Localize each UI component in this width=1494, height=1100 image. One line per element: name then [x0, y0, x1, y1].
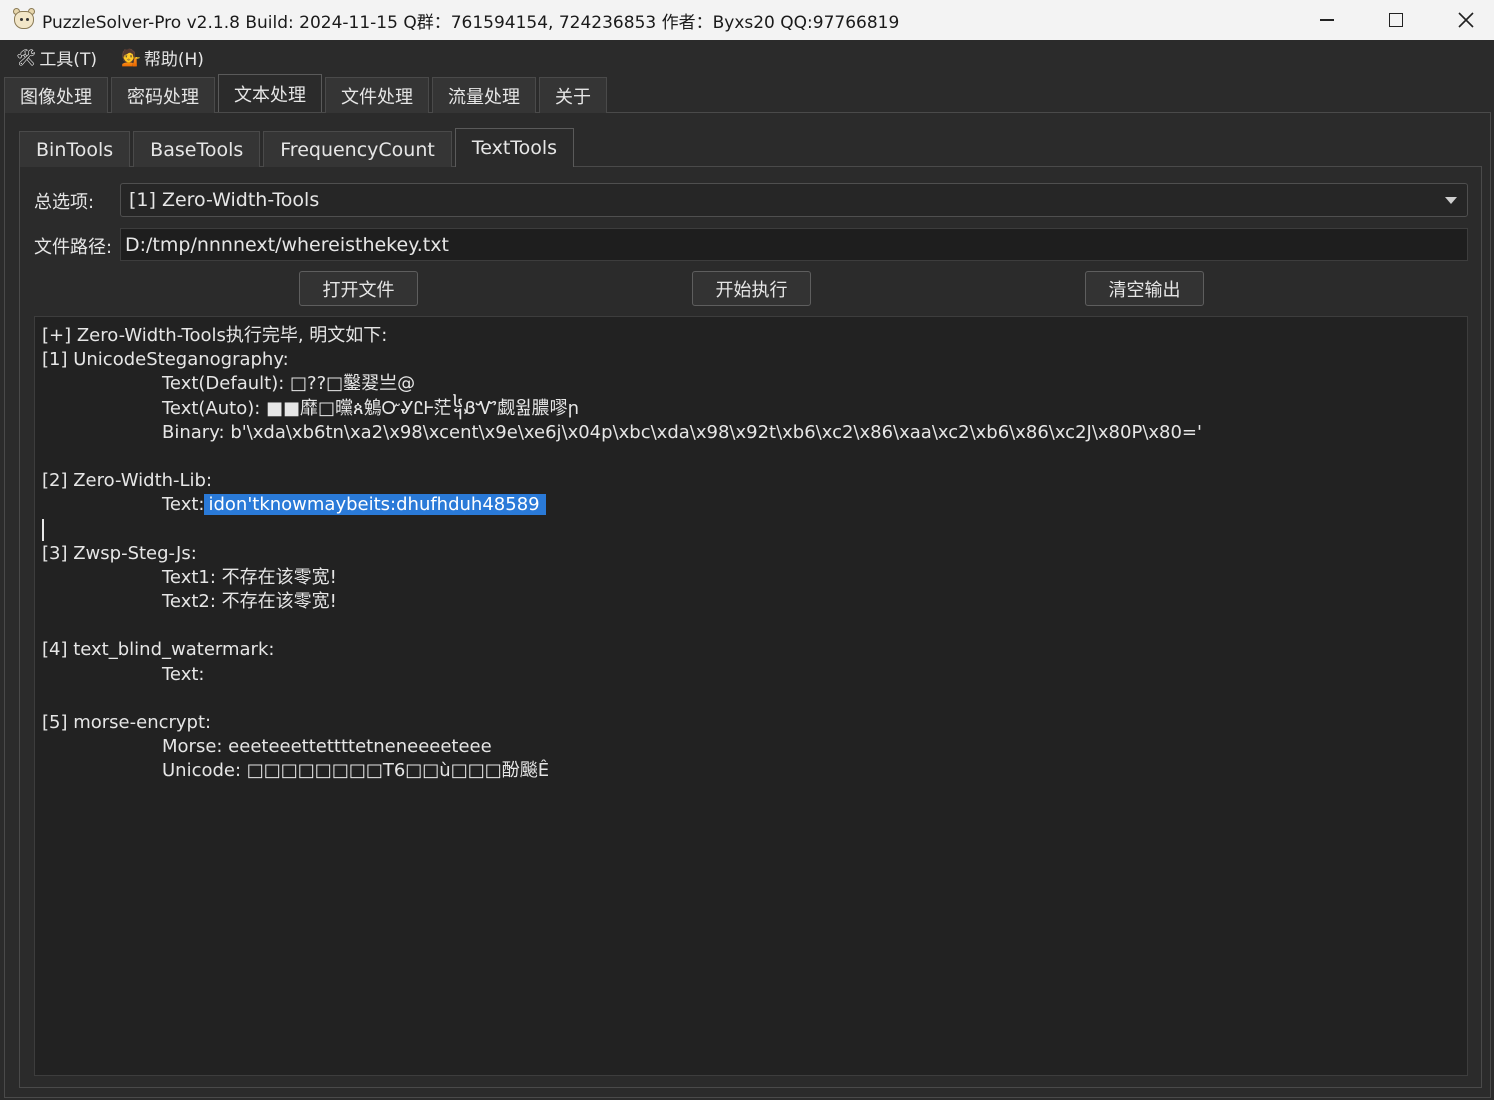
subtab-texttools[interactable]: TextTools: [454, 128, 575, 167]
option-select[interactable]: [1] Zero-Width-Tools: [120, 183, 1468, 217]
text-caret: [42, 518, 44, 541]
output-text-prefix: Text:: [162, 494, 205, 516]
option-select-value: [1] Zero-Width-Tools: [129, 189, 320, 211]
output-line: [5] morse-encrypt:: [42, 712, 212, 733]
sub-tab-bar: BinTools BaseTools FrequencyCount TextTo…: [19, 128, 577, 167]
output-line: Binary: b'\xda\xb6tn\xa2\x98\xcent\x9e\x…: [162, 421, 1202, 443]
close-button[interactable]: [1431, 0, 1494, 40]
clear-output-button[interactable]: 清空输出: [1085, 271, 1204, 306]
output-line: Text:: [162, 663, 205, 685]
output-line: Morse: eeeteeettettttetneneeeeteee: [162, 736, 492, 758]
output-line: Text: idon'tknowmaybeits:dhufhduh48589: [42, 493, 1467, 517]
output-blank-line: [42, 687, 1467, 711]
tab-text[interactable]: 文本处理: [218, 74, 322, 112]
app-icon: [12, 8, 36, 32]
subtab-bintools[interactable]: BinTools: [19, 131, 131, 167]
menu-help[interactable]: 💁 帮助(H): [121, 45, 204, 70]
tab-crypto[interactable]: 密码处理: [111, 77, 215, 113]
menu-tools-label: 工具(T): [39, 49, 97, 70]
output-caret-line: [42, 518, 1467, 542]
window-title: PuzzleSolver-Pro v2.1.8 Build: 2024-11-1…: [42, 12, 900, 33]
minimize-icon: [1320, 19, 1334, 21]
output-line: Text2: 不存在该零宽!: [162, 591, 337, 613]
close-icon: [1458, 12, 1474, 28]
open-file-button[interactable]: 打开文件: [299, 271, 418, 306]
maximize-icon: [1389, 13, 1403, 27]
output-line: Text(Default): □??□鑿翇亗@: [162, 373, 416, 395]
output-line: [3] Zwsp-Steg-Js:: [42, 542, 197, 564]
output-line: Text1: 不存在该零宽!: [162, 566, 337, 588]
output-line: Text(Auto): ■■靡□曭ጰ鵵ᏅᎽᏝᎰ茫᧤ᏰᏉ觑윒膿嘐ր: [162, 397, 580, 419]
path-label: 文件路径:: [34, 237, 113, 258]
output-blank-line: [42, 614, 1467, 638]
output-line: [4] text_blind_watermark:: [42, 639, 275, 661]
minimize-button[interactable]: [1292, 0, 1362, 40]
help-icon: 💁: [120, 47, 141, 67]
output-line: Unicode: □□□□□□□□T6□□ù□□□酚飈Ê: [162, 760, 550, 782]
output-line: [1] UnicodeSteganography:: [42, 349, 289, 371]
main-tab-bar: 图像处理 密码处理 文本处理 文件处理 流量处理 关于: [4, 74, 610, 113]
subtab-basetools[interactable]: BaseTools: [133, 131, 261, 167]
file-path-input[interactable]: [120, 228, 1468, 261]
option-label: 总选项:: [34, 192, 95, 213]
tab-about[interactable]: 关于: [539, 77, 607, 113]
maximize-button[interactable]: [1361, 0, 1431, 40]
selected-text[interactable]: idon'tknowmaybeits:dhufhduh48589: [204, 494, 546, 516]
chevron-down-icon: [1445, 197, 1457, 204]
menu-bar: 🛠 工具(T) 💁 帮助(H): [0, 40, 1494, 74]
output-line: [2] Zero-Width-Lib:: [42, 470, 213, 492]
output-textarea[interactable]: [+] Zero-Width-Tools执行完毕, 明文如下: [1] Unic…: [34, 316, 1468, 1076]
output-blank-line: [42, 445, 1467, 469]
tab-traffic[interactable]: 流量处理: [432, 77, 536, 113]
tab-image[interactable]: 图像处理: [4, 77, 108, 113]
menu-tools[interactable]: 🛠 工具(T): [16, 45, 97, 70]
subtab-frequencycount[interactable]: FrequencyCount: [263, 131, 452, 167]
title-bar: PuzzleSolver-Pro v2.1.8 Build: 2024-11-1…: [0, 0, 1494, 40]
run-button[interactable]: 开始执行: [692, 271, 811, 306]
tools-icon: 🛠: [16, 47, 37, 67]
menu-help-label: 帮助(H): [143, 49, 204, 70]
output-line: [+] Zero-Width-Tools执行完毕, 明文如下:: [42, 325, 388, 346]
tab-file[interactable]: 文件处理: [325, 77, 429, 113]
